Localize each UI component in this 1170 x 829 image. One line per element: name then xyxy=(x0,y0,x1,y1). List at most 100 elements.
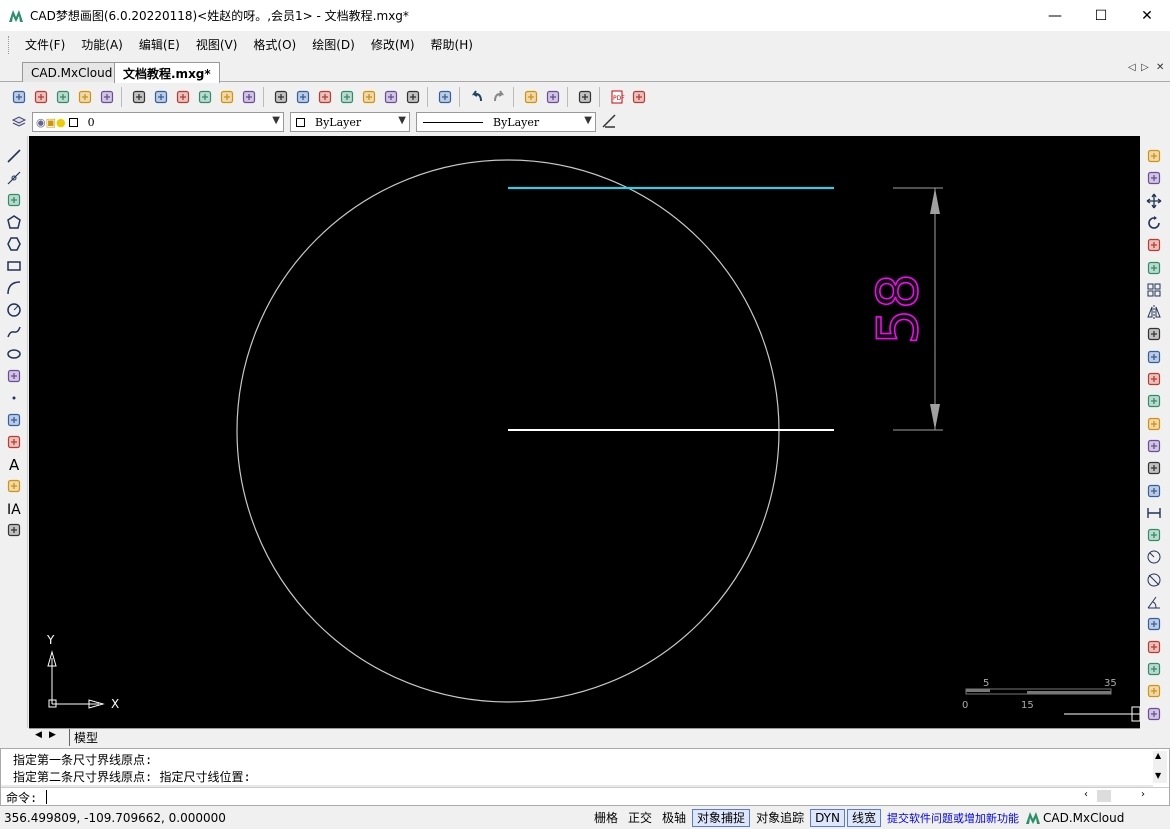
layer-manager-icon[interactable] xyxy=(8,111,30,133)
mirror-icon[interactable] xyxy=(1143,302,1165,322)
tab-prev-icon[interactable]: ◁ xyxy=(1128,62,1136,73)
insert-block-icon[interactable] xyxy=(3,410,25,430)
tab-close-icon[interactable]: ✕ xyxy=(1156,62,1164,73)
menu-view[interactable]: 视图(V) xyxy=(188,36,246,53)
tab-cad-mxcloud[interactable]: CAD.MxCloud xyxy=(22,62,122,82)
scale-icon[interactable] xyxy=(1143,235,1165,255)
zoom-window-icon[interactable] xyxy=(150,86,172,108)
extend-icon[interactable] xyxy=(1143,414,1165,434)
toggle-polar[interactable]: 极轴 xyxy=(658,809,690,827)
point-icon[interactable] xyxy=(3,388,25,408)
minimize-button[interactable]: — xyxy=(1032,0,1078,31)
open-folder-icon[interactable] xyxy=(52,86,74,108)
brush-icon[interactable] xyxy=(402,86,424,108)
tab-next-icon[interactable]: ▷ xyxy=(1141,62,1149,73)
menu-help[interactable]: 帮助(H) xyxy=(423,36,481,53)
table-icon[interactable] xyxy=(3,520,25,540)
dimension-entity[interactable]: 58 xyxy=(865,187,943,431)
zoom-extents-icon[interactable] xyxy=(172,86,194,108)
book-icon[interactable] xyxy=(434,86,456,108)
polygon2-icon[interactable] xyxy=(3,234,25,254)
zoom-all-icon[interactable] xyxy=(238,86,260,108)
dim-linear-icon[interactable] xyxy=(1143,503,1165,523)
maximize-button[interactable]: ☐ xyxy=(1078,0,1124,31)
chamfer-icon[interactable] xyxy=(1143,369,1165,389)
dim-aligned-icon[interactable] xyxy=(1143,525,1165,545)
rotate-icon[interactable] xyxy=(1143,213,1165,233)
undo-icon[interactable] xyxy=(466,86,488,108)
drawing-canvas[interactable]: 58 Y X 5 35 0 15 xyxy=(29,136,1141,728)
command-input-row[interactable]: 命令: ‹ › xyxy=(1,787,1169,805)
match-properties-icon[interactable] xyxy=(598,111,620,131)
circle-icon[interactable] xyxy=(3,300,25,320)
layout-next-icon[interactable]: ▶ xyxy=(49,730,56,740)
zoom-realtime-icon[interactable] xyxy=(128,86,150,108)
palette-icon[interactable] xyxy=(380,86,402,108)
tab-document[interactable]: 文档教程.mxg* xyxy=(114,62,220,83)
pencil-icon[interactable] xyxy=(292,86,314,108)
copy-icon[interactable] xyxy=(1143,168,1165,188)
image-icon[interactable] xyxy=(628,86,650,108)
layout-prev-icon[interactable]: ◀ xyxy=(35,730,42,740)
pan-icon[interactable] xyxy=(194,86,216,108)
hatch-icon[interactable] xyxy=(3,476,25,496)
color-select[interactable]: ByLayer ▼ xyxy=(290,112,410,132)
linetype-select[interactable]: ByLayer ▼ xyxy=(416,112,596,132)
hscroll-right-icon[interactable]: › xyxy=(1141,789,1145,800)
text-icon[interactable]: A xyxy=(3,454,25,474)
menu-function[interactable]: 功能(A) xyxy=(73,36,131,53)
line-icon[interactable] xyxy=(3,146,25,166)
command-scrollbar[interactable]: ▲ ▼ xyxy=(1153,751,1167,783)
rectangle-icon[interactable] xyxy=(3,256,25,276)
text-style-icon[interactable] xyxy=(336,86,358,108)
spline-icon[interactable] xyxy=(3,322,25,342)
find-icon[interactable] xyxy=(270,86,292,108)
dim-baseline-icon[interactable] xyxy=(1143,614,1165,634)
xline-icon[interactable] xyxy=(3,168,25,188)
print-icon[interactable] xyxy=(520,86,542,108)
break-icon[interactable] xyxy=(1143,458,1165,478)
new-icon[interactable] xyxy=(8,86,30,108)
join-icon[interactable] xyxy=(1143,481,1165,501)
render-icon[interactable] xyxy=(542,86,564,108)
redo-icon[interactable] xyxy=(488,86,510,108)
menu-format[interactable]: 格式(O) xyxy=(245,36,304,53)
save-icon[interactable] xyxy=(74,86,96,108)
external-icon[interactable] xyxy=(358,86,380,108)
dim-radius-icon[interactable] xyxy=(1143,547,1165,567)
layer-above-icon[interactable] xyxy=(1143,681,1165,701)
menu-file[interactable]: 文件(F) xyxy=(17,36,73,53)
open-icon[interactable] xyxy=(30,86,52,108)
menu-modify[interactable]: 修改(M) xyxy=(363,36,423,53)
layer-select[interactable]: ◉ ▣ ● 0 ▼ xyxy=(32,112,284,132)
layer-below-icon[interactable] xyxy=(1143,704,1165,724)
revcloud-icon[interactable] xyxy=(3,366,25,386)
stretch-icon[interactable] xyxy=(1143,324,1165,344)
arc-icon[interactable] xyxy=(3,278,25,298)
toggle-osnap[interactable]: 对象捕捉 xyxy=(692,808,751,827)
toggle-ortho[interactable]: 正交 xyxy=(624,809,656,827)
hscroll-left-icon[interactable]: ‹ xyxy=(1084,789,1088,800)
polygon-icon[interactable] xyxy=(3,212,25,232)
toggle-lineweight[interactable]: 线宽 xyxy=(846,808,881,827)
save-all-icon[interactable] xyxy=(96,86,118,108)
tab-model[interactable]: 模型 xyxy=(69,729,102,746)
toggle-grid[interactable]: 栅格 xyxy=(590,809,622,827)
menu-draw[interactable]: 绘图(D) xyxy=(304,36,363,53)
feedback-link[interactable]: 提交软件问题或增加新功能 xyxy=(887,810,1019,826)
dim-diameter-icon[interactable] xyxy=(1143,570,1165,590)
pdf-icon[interactable]: PDF xyxy=(606,86,628,108)
fillet-icon[interactable] xyxy=(1143,347,1165,367)
explode-icon[interactable] xyxy=(1143,436,1165,456)
move-icon[interactable] xyxy=(1143,191,1165,211)
make-block-icon[interactable] xyxy=(3,432,25,452)
menu-edit[interactable]: 编辑(E) xyxy=(131,36,188,53)
toggle-dyn[interactable]: DYN xyxy=(810,808,845,827)
mtext-icon[interactable]: IA xyxy=(3,498,25,518)
trim-icon[interactable] xyxy=(1143,391,1165,411)
layers-stack-icon[interactable] xyxy=(314,86,336,108)
brand-label[interactable]: CAD.MxCloud xyxy=(1043,811,1124,825)
array-icon[interactable] xyxy=(1143,280,1165,300)
cloud-icon[interactable] xyxy=(574,86,596,108)
toggle-otrack[interactable]: 对象追踪 xyxy=(752,809,808,827)
